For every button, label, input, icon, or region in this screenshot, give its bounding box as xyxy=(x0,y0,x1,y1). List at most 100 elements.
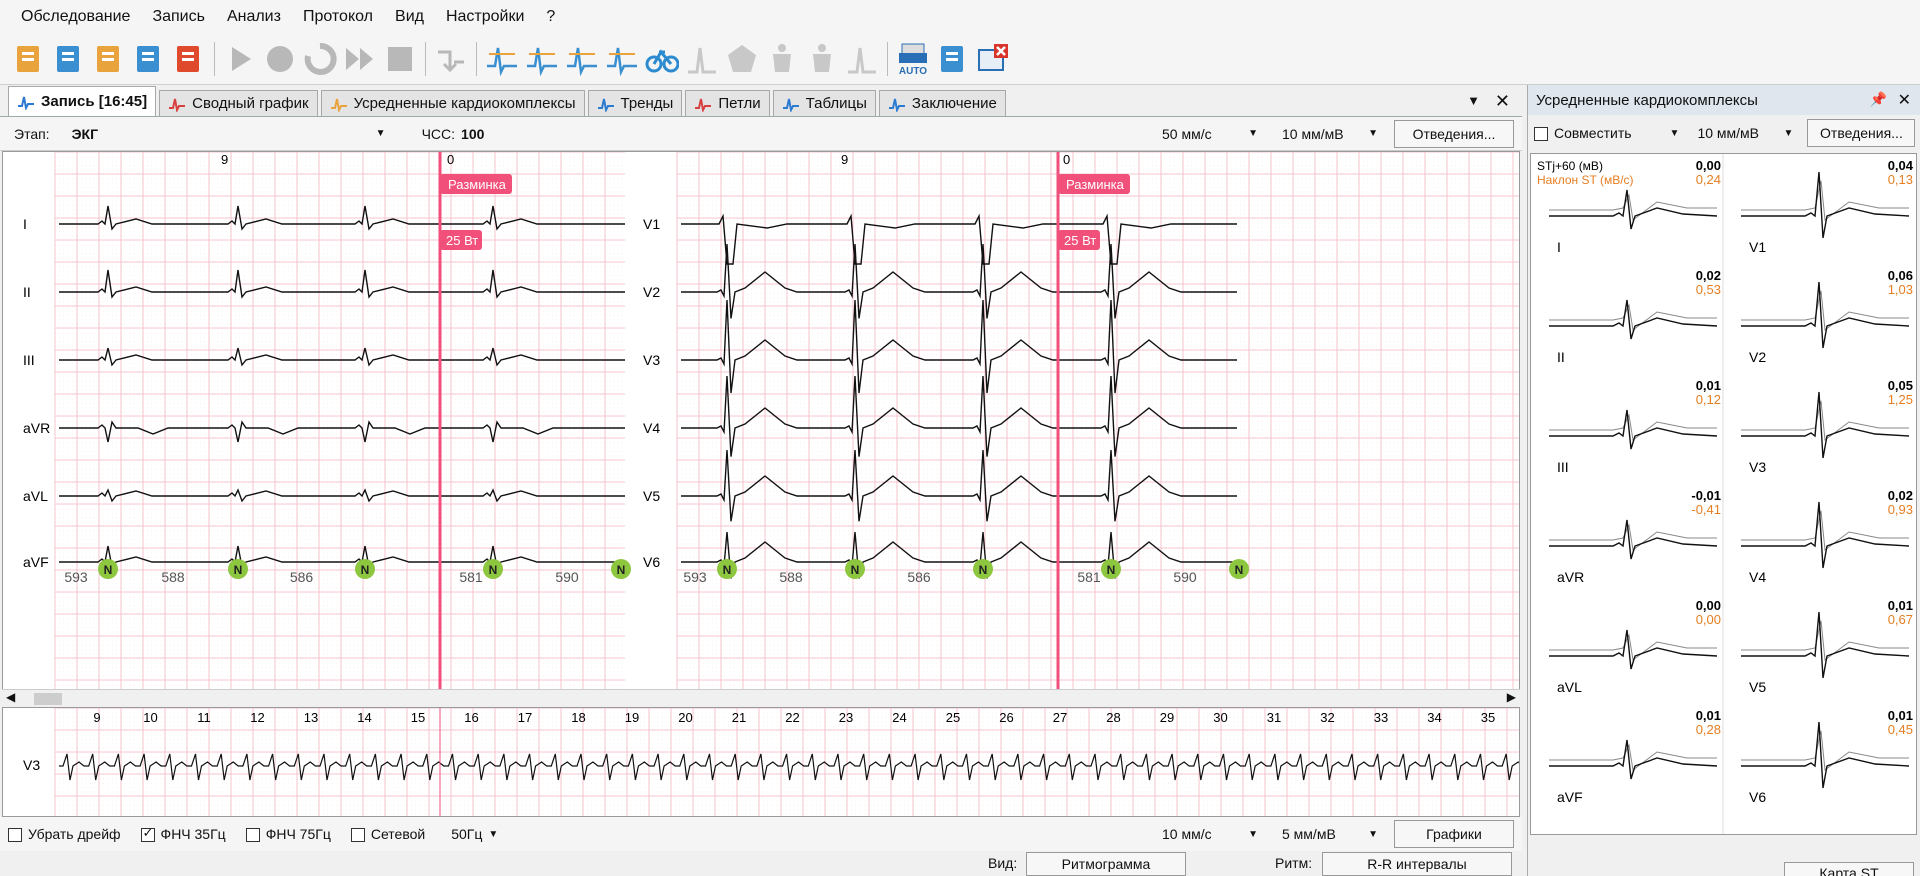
export-icon[interactable] xyxy=(172,42,206,76)
rhythm-gain-select[interactable]: 5 мм/мВ ▼ xyxy=(1274,821,1386,847)
tab-label: Таблицы xyxy=(805,95,867,112)
load-event-text: 25 Вт xyxy=(446,233,478,248)
beat-label: N xyxy=(104,563,113,577)
chevron-down-icon: ▼ xyxy=(488,828,499,840)
record-icon[interactable] xyxy=(263,42,297,76)
open-folder-icon[interactable] xyxy=(12,42,46,76)
lpf35-checkbox[interactable]: ФНЧ 35Гц xyxy=(140,825,226,843)
drift-label: Убрать дрейф xyxy=(28,825,121,842)
lead-label-V6: V6 xyxy=(643,554,660,570)
avg-gain-select[interactable]: 10 мм/мВ ▼ xyxy=(1689,120,1801,146)
stage-label: Этап: xyxy=(14,125,50,142)
tab-3[interactable]: Тренды xyxy=(587,90,683,116)
hr-label: ЧСС: xyxy=(421,125,456,142)
stop-icon[interactable] xyxy=(383,42,417,76)
stage-bar: Этап: ЭКГ ▼ ЧСС: 100 50 мм/с ▼ 10 мм/мВ ▼ О… xyxy=(0,117,1522,151)
bicycle-icon[interactable] xyxy=(645,42,679,76)
menu-item-2[interactable]: Анализ xyxy=(216,0,292,33)
menu-item-3[interactable]: Протокол xyxy=(292,0,384,33)
close-window-icon[interactable] xyxy=(976,42,1010,76)
tab-1[interactable]: Сводный график xyxy=(159,90,318,116)
toolbar-separator xyxy=(476,41,477,76)
avg-leads-button[interactable]: Отведения... xyxy=(1807,119,1916,147)
tab-list-chevron-icon[interactable]: ▼ xyxy=(1467,93,1480,108)
speed-select[interactable]: 50 мм/с ▼ xyxy=(1154,121,1266,147)
menu-item-5[interactable]: Настройки xyxy=(435,0,535,33)
report-icon[interactable] xyxy=(936,42,970,76)
spike-icon[interactable] xyxy=(845,42,879,76)
lead-label-aVL: aVL xyxy=(23,488,48,504)
menu-item-1[interactable]: Запись xyxy=(141,0,216,33)
avg-complexes-svg: STj+60 (мВ)Наклон ST (мВ/с)0,000,24I0,02… xyxy=(1537,154,1914,834)
avg-lead-label: II xyxy=(1557,349,1565,365)
avg-complexes-grid[interactable]: STj+60 (мВ) Наклон ST (мВ/с) 0,00 0,24 I 0,02… xyxy=(1530,153,1917,835)
beat-label: N xyxy=(234,563,243,577)
loops-icon xyxy=(694,96,712,113)
drift-checkbox[interactable]: Убрать дрейф xyxy=(8,825,121,843)
fast-forward-icon[interactable] xyxy=(343,42,377,76)
checkbox-box xyxy=(140,825,155,843)
scroll-right-icon[interactable]: ▶ xyxy=(1507,690,1516,704)
second-mark: 9 xyxy=(93,710,100,725)
close-pane-icon[interactable]: ✕ xyxy=(1495,91,1510,112)
tab-0[interactable]: Запись [16:45] xyxy=(8,86,157,116)
menu-item-6[interactable]: ? xyxy=(535,0,566,33)
mains-checkbox[interactable]: Сетевой xyxy=(350,826,425,843)
pentagon-icon[interactable] xyxy=(725,42,759,76)
replay-icon[interactable] xyxy=(303,42,337,76)
histogram-icon[interactable] xyxy=(685,42,719,76)
toolbar-separator xyxy=(425,41,426,76)
amplitude-icon[interactable] xyxy=(565,42,599,76)
rhythm-strip[interactable]: V3 9 10 11 12 13 14 15 16 17 18 19 20 21 22 23 24 25 26 27 2… xyxy=(2,707,1524,817)
avg-lead-label: V5 xyxy=(1749,679,1766,695)
rr-interval: 593 xyxy=(64,569,88,585)
second-mark: 18 xyxy=(571,710,585,725)
rr-interval: 586 xyxy=(290,569,314,585)
body-back-icon[interactable] xyxy=(805,42,839,76)
find-peaks-icon[interactable] xyxy=(485,42,519,76)
load-event-text: 25 Вт xyxy=(1064,233,1096,248)
play-icon[interactable] xyxy=(223,42,257,76)
save-icon[interactable] xyxy=(132,42,166,76)
gain-select[interactable]: 10 мм/мВ ▼ xyxy=(1274,121,1386,147)
pane-title-bar: Усредненные кардиокомплексы 📌 ✕ xyxy=(1528,85,1920,115)
lpf75-checkbox[interactable]: ФНЧ 75Гц xyxy=(245,826,331,843)
tables-icon xyxy=(782,96,800,113)
combine-checkbox[interactable]: Совместить xyxy=(1534,125,1632,142)
avg-lead-label: V4 xyxy=(1749,569,1766,585)
tab-5[interactable]: Таблицы xyxy=(772,90,876,116)
st-value: 0,00 xyxy=(1696,598,1721,613)
tab-label: Петли xyxy=(718,95,761,112)
print-auto-icon[interactable]: AUTO xyxy=(896,42,930,76)
rr-intervals-button[interactable]: R-R интервалы xyxy=(1322,852,1512,876)
pin-icon[interactable]: 📌 xyxy=(1870,91,1887,108)
scroll-left-icon[interactable]: ◀ xyxy=(6,690,15,704)
import-icon[interactable] xyxy=(92,42,126,76)
mains-freq-value: 50Гц xyxy=(451,826,483,842)
rhythm-speed-select[interactable]: 10 мм/с ▼ xyxy=(1154,821,1266,847)
tab-2[interactable]: Усредненные кардиокомплексы xyxy=(320,90,585,116)
stage-select[interactable]: ЭКГ ▼ xyxy=(64,121,394,147)
tab-4[interactable]: Петли xyxy=(685,90,770,116)
ecg-12-lead-panel[interactable]: I II III aVR aVL aVF V1 V2 V3 V4 V5 V6 9 0 9 0 Разминка 2… xyxy=(2,151,1520,691)
chevron-down-icon[interactable]: ▼ xyxy=(1670,128,1680,139)
body-icon[interactable] xyxy=(765,42,799,76)
second-mark: 32 xyxy=(1320,710,1334,725)
avg-lead-label: V1 xyxy=(1749,239,1766,255)
leads-button[interactable]: Отведения... xyxy=(1394,119,1514,148)
st-map-button[interactable]: Карта ST xyxy=(1784,862,1914,876)
new-record-icon[interactable] xyxy=(52,42,86,76)
step-down-icon[interactable] xyxy=(434,42,468,76)
horizontal-scrollbar[interactable]: ◀ ▶ xyxy=(2,689,1520,707)
mains-freq-select[interactable]: 50Гц ▼ xyxy=(443,821,505,847)
scroll-thumb[interactable] xyxy=(34,693,62,705)
close-pane-icon[interactable]: ✕ xyxy=(1898,90,1911,110)
menu-item-0[interactable]: Обследование xyxy=(10,0,141,33)
tab-6[interactable]: Заключение xyxy=(878,90,1006,116)
chevron-down-icon: ▼ xyxy=(1368,828,1378,840)
rhythmogram-button[interactable]: Ритмограмма xyxy=(1026,852,1186,876)
graphs-button[interactable]: Графики xyxy=(1394,820,1514,848)
menu-item-4[interactable]: Вид xyxy=(384,0,435,33)
qt-icon[interactable] xyxy=(605,42,639,76)
intervals-icon[interactable] xyxy=(525,42,559,76)
